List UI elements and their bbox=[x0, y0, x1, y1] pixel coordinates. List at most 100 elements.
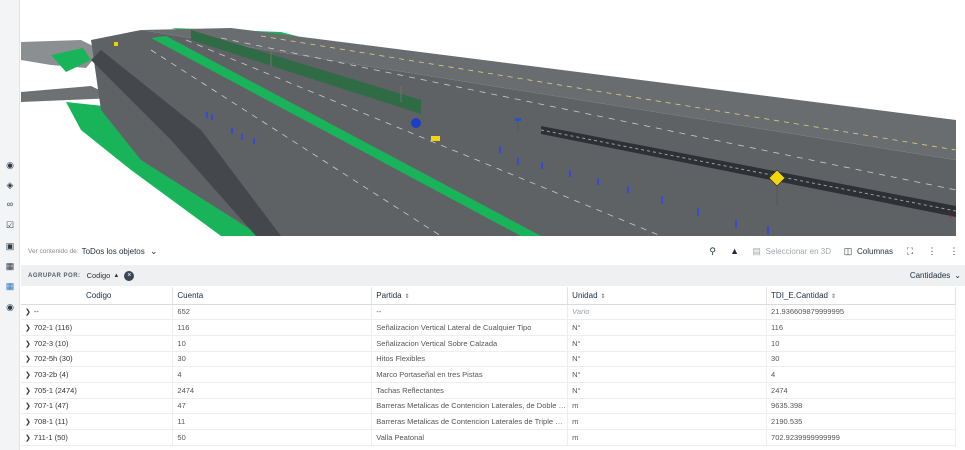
cell-cuenta: 30 bbox=[172, 351, 373, 368]
table-row[interactable]: ❯ -- 652 -- Vario 21.936609879999995 bbox=[21, 304, 956, 321]
more-vertical-icon: ⋮ bbox=[949, 246, 959, 256]
checklist-icon[interactable]: ☑ bbox=[5, 220, 15, 230]
app-window: ◉ ◈ ∞ ☑ ▣ ▦ ▦ ◉ x Ver contenido de: ToDo… bbox=[0, 0, 965, 450]
road-sign-yellow bbox=[431, 136, 440, 141]
table-row[interactable]: ❯ 707-1 (47) 47 Barreras Metalicas de Conte… bbox=[21, 398, 956, 415]
group-chip-label: Codigo bbox=[86, 271, 111, 280]
expand-chevron-icon[interactable]: ❯ bbox=[25, 309, 31, 316]
columns-label: Columnas bbox=[856, 246, 893, 256]
column-header-cantidad[interactable]: TDI_E.Cantidad ⇕ bbox=[766, 287, 956, 305]
cell-codigo: ❯ -- bbox=[21, 304, 174, 321]
group-chip-codigo[interactable]: Codigo ▲ × bbox=[86, 270, 135, 281]
cell-unidad: N° bbox=[567, 366, 768, 383]
expand-chevron-icon[interactable]: ❯ bbox=[25, 341, 31, 348]
cell-unidad: N° bbox=[567, 335, 768, 352]
cell-codigo: ❯ 702-1 (116) bbox=[21, 319, 174, 336]
cell-partida: Hitos Flexibles bbox=[371, 351, 569, 368]
cell-cuenta: 47 bbox=[172, 398, 373, 415]
cell-codigo: ❯ 702-5h (30) bbox=[21, 351, 174, 368]
table-row[interactable]: ❯ 705-1 (2474) 2474 Tachas Reflectantes N° 24… bbox=[21, 382, 956, 399]
expand-chevron-icon[interactable]: ❯ bbox=[25, 435, 31, 442]
cell-cuenta: 4 bbox=[172, 366, 373, 383]
cube-icon[interactable]: ▦ bbox=[5, 261, 15, 271]
row-code-label: -- bbox=[33, 307, 39, 317]
cell-unidad: N° bbox=[567, 382, 768, 399]
table-row[interactable]: ❯ 711-1 (50) 50 Valla Peatonal m 702.92399999… bbox=[21, 429, 956, 446]
cell-codigo: ❯ 705-1 (2474) bbox=[21, 382, 174, 399]
expand-chevron-icon[interactable]: ❯ bbox=[25, 419, 31, 426]
sort-icon: ⇕ bbox=[404, 293, 410, 300]
table-header-row: Codigo Cuenta Partida ⇕ Unidad ⇕ TDI_E.Can… bbox=[21, 287, 956, 305]
cell-cuenta: 652 bbox=[172, 304, 373, 321]
table-row[interactable]: ❯ 702-5h (30) 30 Hitos Flexibles N° 30 bbox=[21, 351, 956, 368]
column-header-partida[interactable]: Partida ⇕ bbox=[371, 287, 569, 305]
expand-chevron-icon[interactable]: ❯ bbox=[25, 356, 31, 363]
cell-partida: Barreras Metalicas de Contencion Lateral… bbox=[371, 413, 569, 430]
table-row[interactable]: ❯ 708-1 (11) 11 Barreras Metalicas de Conte… bbox=[21, 413, 956, 430]
link-icon[interactable]: ∞ bbox=[5, 199, 15, 209]
cell-cuenta: 2474 bbox=[172, 382, 373, 399]
road-model bbox=[21, 10, 956, 236]
column-header-codigo[interactable]: Codigo bbox=[21, 287, 174, 305]
quantities-label: Cantidades bbox=[909, 271, 951, 280]
cell-unidad: m bbox=[567, 413, 768, 430]
cell-partida: Tachas Reflectantes bbox=[371, 382, 569, 399]
cell-codigo: ❯ 707-1 (47) bbox=[21, 398, 174, 415]
cell-codigo: ❯ 703-2b (4) bbox=[21, 366, 174, 383]
side-menu-button[interactable]: ⋮ bbox=[949, 246, 959, 256]
expand-chevron-icon[interactable]: ❯ bbox=[25, 325, 31, 332]
cell-unidad: Vario bbox=[567, 304, 768, 321]
select-in-3d-label: Seleccionar en 3D bbox=[765, 246, 831, 256]
columns-button[interactable]: ◫ Columnas bbox=[843, 246, 893, 256]
cell-codigo: ❯ 702-3 (10) bbox=[21, 335, 174, 352]
cell-partida: Señalizacion Vertical Lateral de Cualqui… bbox=[371, 319, 569, 336]
eye-icon[interactable]: ◉ bbox=[5, 160, 15, 170]
paint-bucket-button[interactable]: ▲ bbox=[730, 246, 740, 256]
group-by-bar: AGRUPAR POR: Codigo ▲ × Cantidades ⌄ bbox=[21, 265, 965, 286]
fullscreen-button[interactable]: ⛶ bbox=[905, 246, 915, 256]
cell-partida: Señalizacion Vertical Sobre Calzada bbox=[371, 335, 569, 352]
search-button[interactable]: ⚲ bbox=[708, 246, 718, 256]
cell-codigo: ❯ 708-1 (11) bbox=[21, 413, 174, 430]
table-row[interactable]: ❯ 702-1 (116) 116 Señalizacion Vertical Lat… bbox=[21, 319, 956, 336]
select-in-3d-button[interactable]: ▤ Seleccionar en 3D bbox=[752, 246, 831, 256]
expand-chevron-icon[interactable]: ❯ bbox=[25, 388, 31, 395]
row-code-label: 708-1 (11) bbox=[33, 417, 68, 427]
cell-cantidad: 2190.535 bbox=[766, 413, 956, 430]
sort-icon: ⇕ bbox=[830, 293, 836, 300]
row-code-label: 703-2b (4) bbox=[33, 370, 69, 380]
close-icon[interactable]: × bbox=[124, 270, 135, 281]
table-toolbar: Ver contenido de: ToDos los objetos ⌄ ⚲ … bbox=[21, 240, 965, 262]
table-row[interactable]: ❯ 702-3 (10) 10 Señalizacion Vertical Sobre… bbox=[21, 335, 956, 352]
column-header-cuenta[interactable]: Cuenta bbox=[172, 287, 373, 305]
fullscreen-icon: ⛶ bbox=[906, 246, 914, 256]
sort-asc-icon: ▲ bbox=[113, 272, 120, 279]
select-3d-icon: ▤ bbox=[752, 246, 761, 256]
view-content-label: Ver contenido de: bbox=[28, 247, 79, 255]
cell-cantidad: 116 bbox=[766, 319, 956, 336]
axis-gizmo: x bbox=[949, 214, 952, 220]
object-filter-value: ToDos los objetos bbox=[81, 246, 145, 256]
expand-chevron-icon[interactable]: ❯ bbox=[25, 372, 31, 379]
column-header-unidad[interactable]: Unidad ⇕ bbox=[567, 287, 768, 305]
3d-viewport[interactable]: x bbox=[21, 10, 956, 236]
object-filter-select[interactable]: ToDos los objetos ⌄ bbox=[82, 246, 159, 256]
cell-unidad: m bbox=[567, 429, 768, 446]
info-icon[interactable]: ◉ bbox=[5, 302, 15, 312]
layers-icon[interactable]: ◈ bbox=[5, 180, 15, 190]
quantities-dropdown[interactable]: Cantidades ⌄ bbox=[910, 271, 961, 280]
camera-icon[interactable]: ▣ bbox=[5, 241, 15, 251]
table-icon[interactable]: ▦ bbox=[5, 281, 15, 291]
row-code-label: 702-5h (30) bbox=[33, 354, 73, 364]
cell-codigo: ❯ 711-1 (50) bbox=[21, 429, 174, 446]
more-options-button[interactable]: ⋮ bbox=[927, 246, 937, 256]
expand-chevron-icon[interactable]: ❯ bbox=[25, 403, 31, 410]
row-code-label: 711-1 (50) bbox=[33, 432, 68, 442]
cell-cantidad: 10 bbox=[766, 335, 956, 352]
cell-partida: Marco Portaseñal en tres Pistas bbox=[371, 366, 569, 383]
table-row[interactable]: ❯ 703-2b (4) 4 Marco Portaseñal en tres Pis… bbox=[21, 366, 956, 383]
group-by-label: AGRUPAR POR: bbox=[28, 272, 81, 279]
cell-cantidad: 9635.398 bbox=[766, 398, 956, 415]
left-toolbar: ◉ ◈ ∞ ☑ ▣ ▦ ▦ ◉ bbox=[0, 0, 20, 450]
cell-partida: Barreras Metalicas de Contencion Lateral… bbox=[371, 398, 569, 415]
